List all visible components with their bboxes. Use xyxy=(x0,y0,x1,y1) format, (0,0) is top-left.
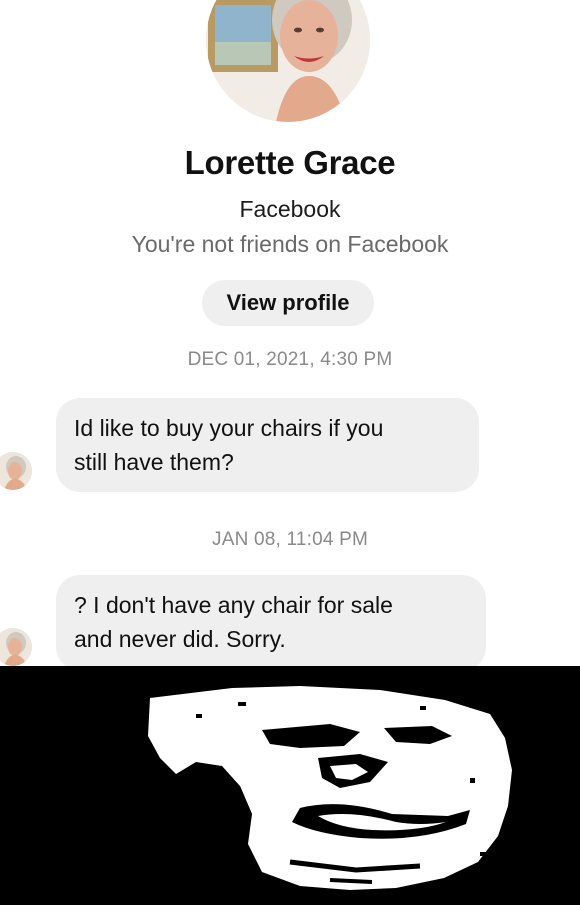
message-text-line: Id like to buy your chairs if you xyxy=(74,415,384,441)
sender-avatar-photo xyxy=(0,452,32,490)
contact-source: Facebook xyxy=(239,196,341,222)
message-text-line: ? I don't have any chair for sale xyxy=(74,592,393,618)
message-timestamp: JAN 08, 11:04 PM xyxy=(212,529,368,550)
screenshot-page: Lorette Grace Facebook You're not friend… xyxy=(0,0,580,905)
sender-avatar[interactable] xyxy=(0,628,32,666)
message-bubble[interactable]: Id like to buy your chairs if you still … xyxy=(56,398,479,492)
troll-face-meme xyxy=(0,666,580,905)
message-bubble[interactable]: ? I don't have any chair for sale and ne… xyxy=(56,575,486,666)
friend-status-text: You're not friends on Facebook xyxy=(131,231,449,257)
contact-name: Lorette Grace xyxy=(184,144,396,181)
view-profile-button[interactable]: View profile xyxy=(202,280,374,326)
sender-avatar-photo xyxy=(0,628,32,666)
message-text-line: and never did. Sorry. xyxy=(74,626,286,652)
contact-avatar[interactable] xyxy=(206,0,370,122)
sender-avatar[interactable] xyxy=(0,452,32,490)
chat-screen: Lorette Grace Facebook You're not friend… xyxy=(0,0,580,666)
troll-face-icon xyxy=(0,666,580,905)
message-text-line: still have them? xyxy=(74,449,234,475)
contact-avatar-photo xyxy=(206,0,370,122)
message-timestamp: DEC 01, 2021, 4:30 PM xyxy=(187,349,393,370)
